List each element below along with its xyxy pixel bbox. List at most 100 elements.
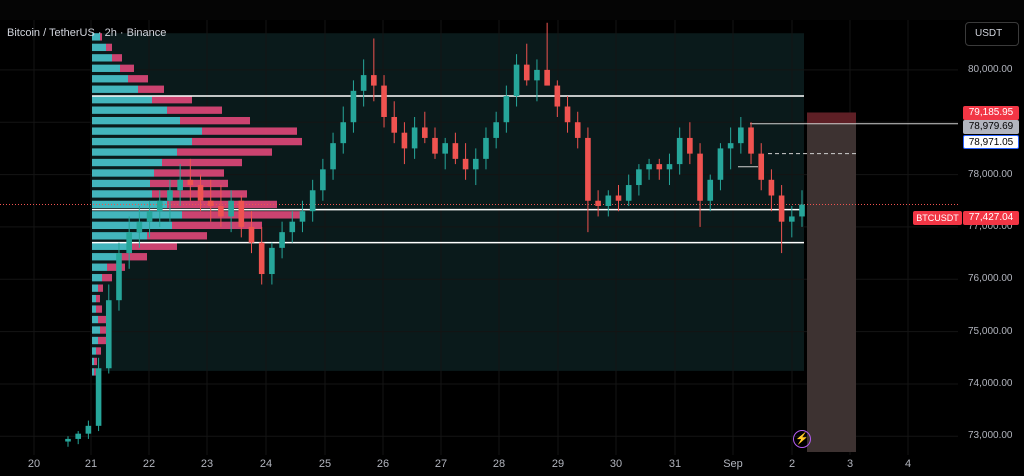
candle-body (320, 169, 326, 191)
time-tick-label: 23 (200, 458, 214, 470)
stop-loss-top-zone (807, 112, 856, 124)
candle-body (167, 190, 173, 201)
volume-profile-bar-up (92, 75, 128, 83)
candle-body (95, 368, 102, 426)
candle-body (574, 122, 581, 138)
volume-profile-bar-up (92, 190, 152, 198)
candle-body (687, 137, 693, 154)
volume-profile-bar-up (92, 179, 150, 188)
candle-body (707, 179, 714, 201)
lightning-icon[interactable]: ⚡ (793, 430, 811, 448)
price-tag: 77,427.04 (963, 211, 1019, 225)
volume-profile-bar-up (92, 85, 138, 93)
candle-body (748, 127, 754, 154)
candle-body (238, 200, 245, 227)
price-tick-label: 78,000.00 (968, 168, 1013, 180)
volume-profile-bar-down (96, 347, 101, 355)
candle-body (585, 137, 591, 201)
volume-profile-bar-down (162, 158, 242, 167)
candle-body (513, 64, 520, 97)
candle-body (156, 200, 163, 212)
candle-body (330, 143, 336, 170)
candle-body (371, 75, 377, 86)
price-tick-label: 73,000.00 (968, 430, 1013, 442)
candle-body (799, 204, 805, 217)
volume-profile-bar-up (92, 274, 102, 282)
candle-body (228, 200, 234, 217)
candle-body (207, 200, 214, 206)
candle-body (595, 200, 601, 206)
volume-profile-bar-up (92, 232, 147, 240)
candle-body (197, 185, 204, 201)
candle-body (269, 247, 275, 275)
candle-body (472, 158, 479, 170)
candle-body (554, 85, 561, 107)
time-tick-label: 29 (551, 458, 565, 470)
candle-body (768, 179, 775, 196)
volume-profile-bar-up (92, 357, 94, 366)
volume-profile-bar-up (92, 347, 96, 355)
time-tick-label: 27 (434, 458, 448, 470)
candle-body (676, 137, 683, 165)
symbol-title: Bitcoin / TetherUS · 2h · Binance (7, 27, 167, 39)
price-tag: 79,185.95 (963, 106, 1019, 120)
candle-body (523, 64, 530, 81)
volume-profile-bar-up (92, 169, 154, 177)
volume-profile-bar-up (92, 242, 132, 250)
symbol-tag: BTCUSDT (913, 211, 962, 225)
candle-body (605, 195, 612, 206)
volume-profile-bar-down (120, 64, 134, 72)
volume-profile-bar-up (92, 158, 162, 167)
volume-profile-bar-up (92, 253, 117, 261)
volume-profile-bar-up (92, 368, 94, 376)
candle-body (299, 211, 306, 222)
volume-profile-bar-up (92, 54, 112, 62)
candle-body (503, 96, 510, 123)
candle-body (758, 153, 765, 180)
volume-profile-bar-down (152, 96, 192, 104)
time-tick-label: 24 (259, 458, 273, 470)
price-chart[interactable] (0, 0, 1024, 476)
candle-body (105, 300, 112, 369)
volume-profile-bar-up (92, 43, 106, 52)
volume-profile-bar-up (92, 137, 192, 146)
candle-body (697, 153, 703, 201)
candle-body (381, 85, 387, 117)
volume-profile-bar-down (147, 232, 207, 240)
candle-body (738, 127, 744, 144)
time-tick-label: Sep (723, 458, 743, 470)
volume-profile-bar-down (106, 43, 112, 52)
volume-profile-bar-down (202, 127, 297, 135)
time-tick-label: 28 (492, 458, 506, 470)
volume-profile-bar-down (112, 54, 122, 62)
currency-button[interactable]: USDT (965, 22, 1019, 46)
volume-profile-bar-up (92, 148, 177, 156)
candle-body (422, 127, 428, 138)
candle-body (534, 69, 540, 81)
time-tick-label: 2 (788, 458, 796, 470)
volume-profile-bar-down (98, 284, 103, 292)
time-tick-label: 31 (668, 458, 682, 470)
candle-body (778, 195, 785, 222)
candle-body (350, 90, 357, 123)
time-tick-label: 3 (846, 458, 854, 470)
volume-profile-bar-up (92, 64, 120, 72)
candle-body (116, 253, 122, 301)
candle-body (666, 164, 673, 170)
candle-body (615, 195, 622, 201)
candle-body (146, 211, 153, 222)
time-tick-label: 26 (376, 458, 390, 470)
volume-profile-bar-up (92, 127, 202, 135)
volume-profile-bar-up (92, 315, 98, 324)
volume-profile-bar-down (167, 106, 222, 114)
volume-profile-bar-up (92, 116, 180, 125)
candle-body (636, 169, 642, 186)
volume-profile-bar-down (128, 75, 148, 83)
volume-profile-bar-up (92, 305, 96, 313)
price-tag: 78,979.69 (963, 120, 1019, 134)
candle-body (656, 164, 663, 170)
volume-profile-bar-up (92, 263, 107, 271)
volume-profile-bar-up (92, 284, 98, 292)
volume-profile-bar-up (92, 294, 96, 303)
candle-body (717, 148, 724, 180)
